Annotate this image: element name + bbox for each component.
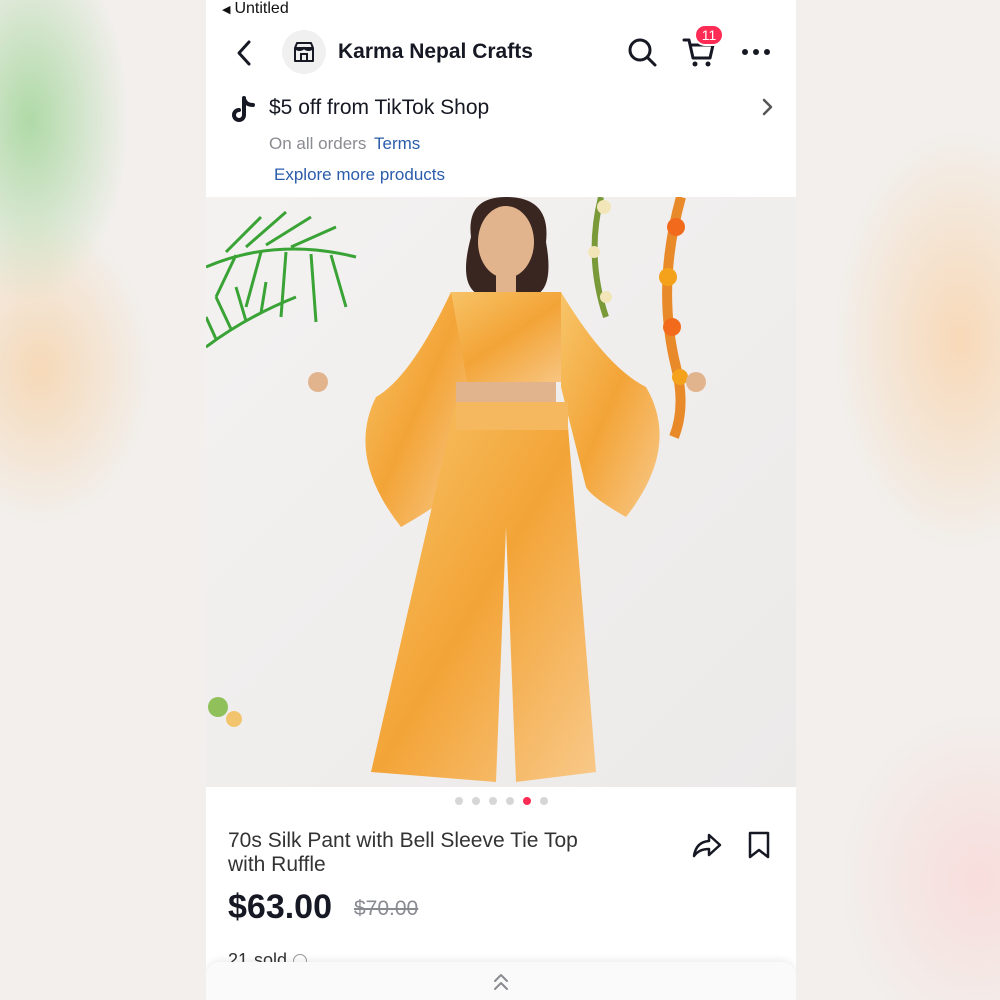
bookmark-icon[interactable] xyxy=(746,830,772,860)
chevron-right-icon[interactable] xyxy=(758,96,776,118)
gallery-dot[interactable] xyxy=(539,797,548,805)
explore-more-link[interactable]: Explore more products xyxy=(274,165,445,185)
back-to-app-label: Untitled xyxy=(234,0,289,17)
shop-name[interactable]: Karma Nepal Crafts xyxy=(338,40,533,64)
original-price: $70.00 xyxy=(354,897,419,920)
gallery-dot[interactable] xyxy=(522,797,531,805)
gallery-dot[interactable] xyxy=(488,797,497,805)
back-to-app-icon: ◀ xyxy=(222,3,231,16)
promo-banner[interactable]: $5 off from TikTok Shop On all orders Te… xyxy=(206,88,796,196)
promo-subtitle: On all orders xyxy=(269,134,367,153)
chevron-up-icon[interactable] xyxy=(491,970,511,994)
bottom-sheet[interactable] xyxy=(206,962,796,1000)
gallery-dot[interactable] xyxy=(505,797,514,805)
status-bar[interactable]: ◀ Untitled xyxy=(222,0,289,18)
product-title: 70s Silk Pant with Bell Sleeve Tie Top w… xyxy=(228,829,578,876)
phone-screen: ◀ Untitled Karma Nepal Crafts 11 $5 off … xyxy=(206,0,796,1000)
gallery-pagination xyxy=(206,797,796,809)
back-arrow-icon[interactable] xyxy=(230,38,260,68)
search-icon[interactable] xyxy=(626,36,658,68)
cart-count-badge: 11 xyxy=(694,24,724,46)
gallery-dot[interactable] xyxy=(454,797,463,805)
shop-icon xyxy=(294,42,314,62)
terms-link[interactable]: Terms xyxy=(374,134,420,154)
promo-title: $5 off from TikTok Shop xyxy=(269,96,490,119)
product-photo[interactable] xyxy=(206,197,796,787)
tiktok-icon xyxy=(232,96,255,122)
gallery-dot[interactable] xyxy=(471,797,480,805)
more-icon[interactable] xyxy=(740,42,772,62)
share-icon[interactable] xyxy=(692,830,722,860)
shop-avatar[interactable] xyxy=(282,30,326,74)
shop-header: Karma Nepal Crafts 11 xyxy=(206,24,796,82)
product-price: $63.00 xyxy=(228,888,332,926)
